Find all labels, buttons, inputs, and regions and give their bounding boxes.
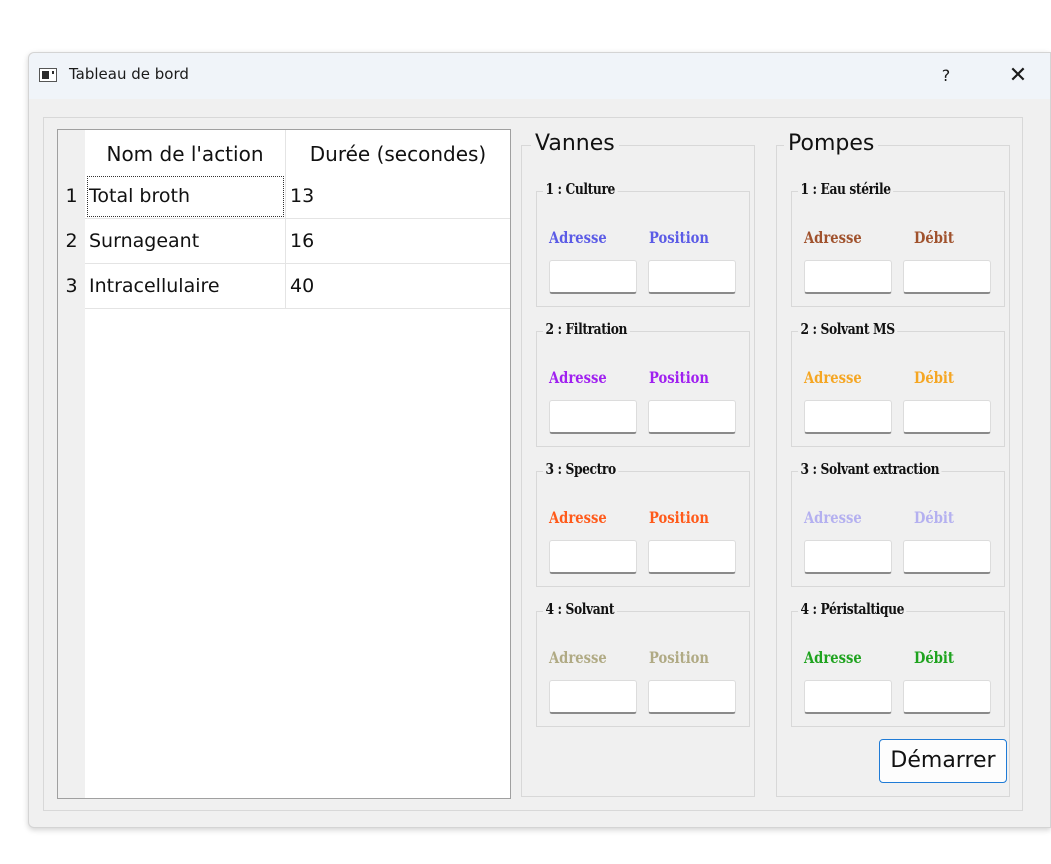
vannes-title: Vannes xyxy=(531,131,619,156)
position-input[interactable] xyxy=(648,260,736,294)
debit-input[interactable] xyxy=(903,400,991,434)
valve-group-culture: 1 : Culture Adresse Position xyxy=(536,180,750,307)
valve-group-title: 4 : Solvant xyxy=(543,600,617,618)
column-header-duration[interactable]: Durée (secondes) xyxy=(286,130,510,174)
table-row: 1 Total broth 13 xyxy=(58,174,510,219)
duration-cell[interactable]: 13 xyxy=(286,174,510,219)
row-number[interactable]: 2 xyxy=(58,219,85,264)
close-button[interactable]: ✕ xyxy=(1003,63,1033,89)
action-name-cell[interactable]: Total broth xyxy=(85,174,286,219)
debit-input[interactable] xyxy=(903,540,991,574)
position-label: Position xyxy=(649,228,709,247)
duration-cell[interactable]: 40 xyxy=(286,264,510,309)
pump-group-solvant-extraction: 3 : Solvant extraction Adresse Débit xyxy=(791,460,1005,587)
app-window-icon xyxy=(39,68,57,82)
pump-group-title: 1 : Eau stérile xyxy=(798,180,894,198)
adresse-label: Adresse xyxy=(549,508,607,527)
position-input[interactable] xyxy=(648,400,736,434)
pump-group-peristaltique: 4 : Péristaltique Adresse Débit xyxy=(791,600,1005,727)
debit-label: Débit xyxy=(914,648,954,667)
pump-group-title: 4 : Péristaltique xyxy=(798,600,907,618)
debit-label: Débit xyxy=(914,508,954,527)
debit-label: Débit xyxy=(914,368,954,387)
pump-group-title: 2 : Solvant MS xyxy=(798,320,898,338)
dashboard-window: Tableau de bord ? ✕ Nom de l'action Duré… xyxy=(28,52,1051,828)
actions-table[interactable]: Nom de l'action Durée (secondes) 1 Total… xyxy=(57,129,511,799)
start-button[interactable]: Démarrer xyxy=(879,739,1007,783)
action-name-cell[interactable]: Intracellulaire xyxy=(85,264,286,309)
row-number[interactable]: 3 xyxy=(58,264,85,309)
valve-group-title: 1 : Culture xyxy=(543,180,618,198)
help-button[interactable]: ? xyxy=(931,63,961,89)
column-header-name[interactable]: Nom de l'action xyxy=(85,130,286,174)
valve-group-title: 2 : Filtration xyxy=(543,320,630,338)
valve-group-spectro: 3 : Spectro Adresse Position xyxy=(536,460,750,587)
pump-group-solvant-ms: 2 : Solvant MS Adresse Débit xyxy=(791,320,1005,447)
adresse-input[interactable] xyxy=(549,680,637,714)
pompes-title: Pompes xyxy=(784,131,879,156)
adresse-input[interactable] xyxy=(804,400,892,434)
adresse-input[interactable] xyxy=(549,540,637,574)
position-label: Position xyxy=(649,648,709,667)
adresse-input[interactable] xyxy=(804,680,892,714)
action-name-cell[interactable]: Surnageant xyxy=(85,219,286,264)
debit-input[interactable] xyxy=(903,680,991,714)
duration-cell[interactable]: 16 xyxy=(286,219,510,264)
table-row: 3 Intracellulaire 40 xyxy=(58,264,510,309)
adresse-label: Adresse xyxy=(804,648,862,667)
table-row: 2 Surnageant 16 xyxy=(58,219,510,264)
adresse-label: Adresse xyxy=(804,508,862,527)
position-input[interactable] xyxy=(648,680,736,714)
adresse-input[interactable] xyxy=(804,540,892,574)
adresse-label: Adresse xyxy=(804,368,862,387)
debit-input[interactable] xyxy=(903,260,991,294)
adresse-input[interactable] xyxy=(804,260,892,294)
adresse-label: Adresse xyxy=(804,228,862,247)
debit-label: Débit xyxy=(914,228,954,247)
title-bar: Tableau de bord ? ✕ xyxy=(29,53,1050,99)
pump-group-title: 3 : Solvant extraction xyxy=(798,460,942,478)
pump-group-eau-sterile: 1 : Eau stérile Adresse Débit xyxy=(791,180,1005,307)
row-number[interactable]: 1 xyxy=(58,174,85,219)
adresse-label: Adresse xyxy=(549,228,607,247)
valve-group-filtration: 2 : Filtration Adresse Position xyxy=(536,320,750,447)
position-label: Position xyxy=(649,508,709,527)
position-input[interactable] xyxy=(648,540,736,574)
adresse-input[interactable] xyxy=(549,260,637,294)
valve-group-solvant: 4 : Solvant Adresse Position xyxy=(536,600,750,727)
adresse-input[interactable] xyxy=(549,400,637,434)
position-label: Position xyxy=(649,368,709,387)
adresse-label: Adresse xyxy=(549,648,607,667)
window-title: Tableau de bord xyxy=(69,65,189,83)
adresse-label: Adresse xyxy=(549,368,607,387)
valve-group-title: 3 : Spectro xyxy=(543,460,619,478)
